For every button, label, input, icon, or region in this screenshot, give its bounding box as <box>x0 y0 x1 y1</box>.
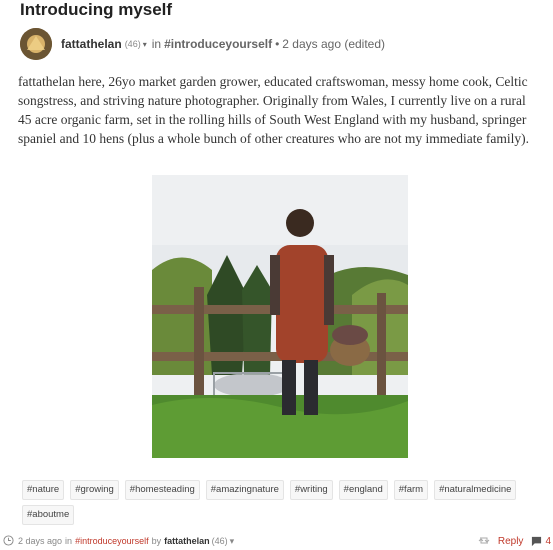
post-author-row: fattathelan (46) ▾ in #introduceyourself… <box>20 28 385 60</box>
tag-amazingnature[interactable]: #amazingnature <box>205 480 284 500</box>
tag-growing[interactable]: #growing <box>70 480 119 500</box>
footer-author-reputation: (46) <box>211 536 228 546</box>
in-label: in <box>151 37 162 51</box>
tag-farm[interactable]: #farm <box>393 480 429 500</box>
avatar[interactable] <box>20 28 52 60</box>
footer-author-link[interactable]: fattathelan <box>164 536 210 546</box>
community-link[interactable]: #introduceyourself <box>164 37 272 51</box>
comment-icon[interactable]: 4 <box>531 536 551 547</box>
comment-count: 4 <box>545 535 551 547</box>
post-time: 2 days ago (edited) <box>282 37 386 51</box>
tag-england[interactable]: #england <box>338 480 388 500</box>
separator: • <box>275 37 280 51</box>
tag-naturalmedicine[interactable]: #naturalmedicine <box>434 480 517 500</box>
tag-aboutme[interactable]: #aboutme <box>22 505 75 525</box>
post-image[interactable] <box>152 175 408 458</box>
post-title: Introducing myself <box>20 0 173 19</box>
footer-by-label: by <box>151 536 162 546</box>
footer-actions: Reply 4 <box>478 535 551 548</box>
chevron-down-icon[interactable]: ▾ <box>230 536 235 547</box>
chevron-down-icon[interactable]: ▾ <box>143 40 147 49</box>
footer-community-link[interactable]: #introduceyourself <box>75 536 149 546</box>
author-link[interactable]: fattathelan <box>61 37 122 51</box>
post-footer: 2 days ago in #introduceyourself by fatt… <box>3 533 551 549</box>
tag-nature[interactable]: #nature <box>22 480 65 500</box>
footer-time: 2 days ago <box>18 536 63 546</box>
tag-writing[interactable]: #writing <box>289 480 333 500</box>
reply-button[interactable]: Reply <box>498 536 524 547</box>
post-body: fattathelan here, 26yo market garden gro… <box>18 74 529 146</box>
author-reputation: (46) <box>124 39 141 49</box>
resteem-icon[interactable] <box>478 535 490 548</box>
tag-list: #nature #growing #homesteading #amazingn… <box>22 480 532 525</box>
tag-homesteading[interactable]: #homesteading <box>124 480 200 500</box>
footer-in-label: in <box>65 536 73 546</box>
clock-icon <box>3 534 14 548</box>
